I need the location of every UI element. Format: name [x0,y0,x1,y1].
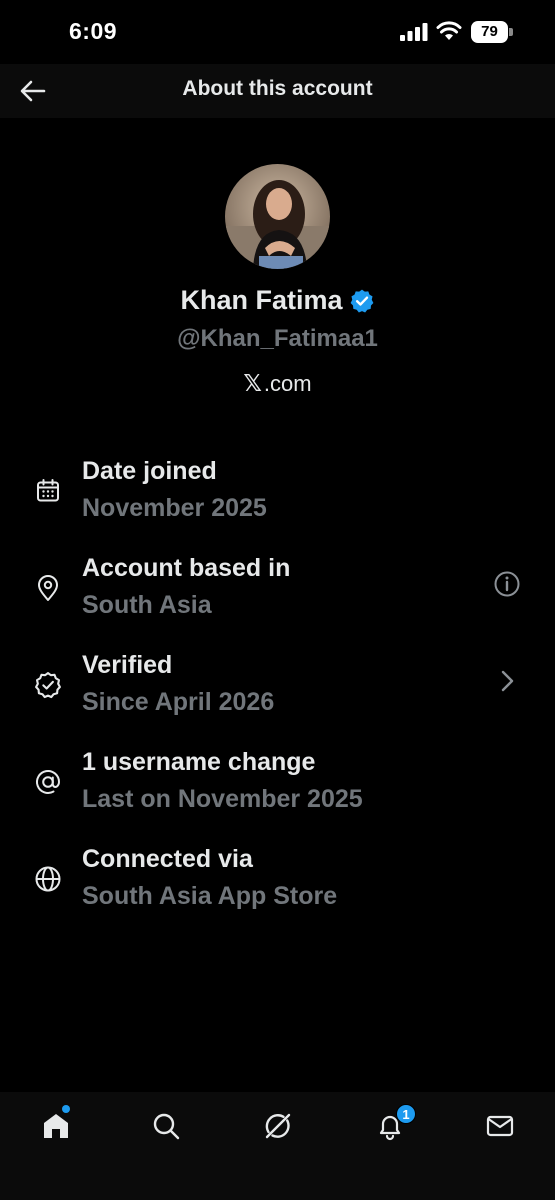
notification-count-badge: 1 [396,1104,416,1124]
verified-badge-outline-icon [33,670,63,700]
info-row-date-joined: Date joined November 2025 [0,454,555,534]
page-title: About this account [182,77,373,100]
info-value: South Asia [82,591,212,619]
bottom-navigation: 1 [0,1092,555,1200]
cellular-signal-icon [400,23,428,41]
search-icon [153,1113,180,1140]
home-icon [44,1114,68,1138]
home-unread-dot [62,1105,70,1113]
platform-label: 𝕏 .com [0,371,555,397]
at-sign-icon [33,767,63,797]
verified-badge-icon [349,288,375,314]
battery-indicator: 79 [471,21,513,43]
status-bar: 6:09 79 [0,0,555,64]
messages-icon [486,1115,514,1137]
calendar-icon [33,476,63,506]
battery-level: 79 [481,23,498,40]
nav-messages[interactable] [480,1106,520,1146]
grok-icon [265,1113,291,1139]
info-title: Verified [82,651,173,679]
globe-icon [33,864,63,894]
info-title: Account based in [82,554,291,582]
nav-search[interactable] [146,1106,186,1146]
avatar-photo [225,164,330,269]
info-title: Connected via [82,845,253,873]
info-value: November 2025 [82,494,267,522]
display-name: Khan Fatima [180,285,343,315]
nav-grok[interactable] [258,1106,298,1146]
wifi-icon [436,21,462,40]
info-row-verified[interactable]: Verified Since April 2026 [0,648,555,728]
username-handle: @Khan_Fatimaa1 [177,325,378,352]
x-logo-icon: 𝕏 [243,371,262,397]
info-icon [494,571,520,597]
info-button[interactable] [490,567,524,601]
top-app-bar: About this account [0,64,555,118]
info-title: Date joined [82,457,217,485]
avatar[interactable] [225,164,330,269]
info-value: Since April 2026 [82,688,275,716]
status-time: 6:09 [69,18,118,44]
nav-home[interactable] [36,1106,76,1146]
info-row-connected-via: Connected via South Asia App Store [0,842,555,922]
name-row: Khan Fatima [0,285,555,316]
info-value: South Asia App Store [82,882,338,910]
info-title: 1 username change [82,748,316,776]
info-row-account-based-in: Account based in South Asia [0,551,555,631]
location-pin-icon [33,573,63,603]
info-value: Last on November 2025 [82,785,363,813]
chevron-right-icon [490,664,524,698]
info-row-username-changes: 1 username change Last on November 2025 [0,745,555,825]
platform-domain: .com [263,371,312,396]
